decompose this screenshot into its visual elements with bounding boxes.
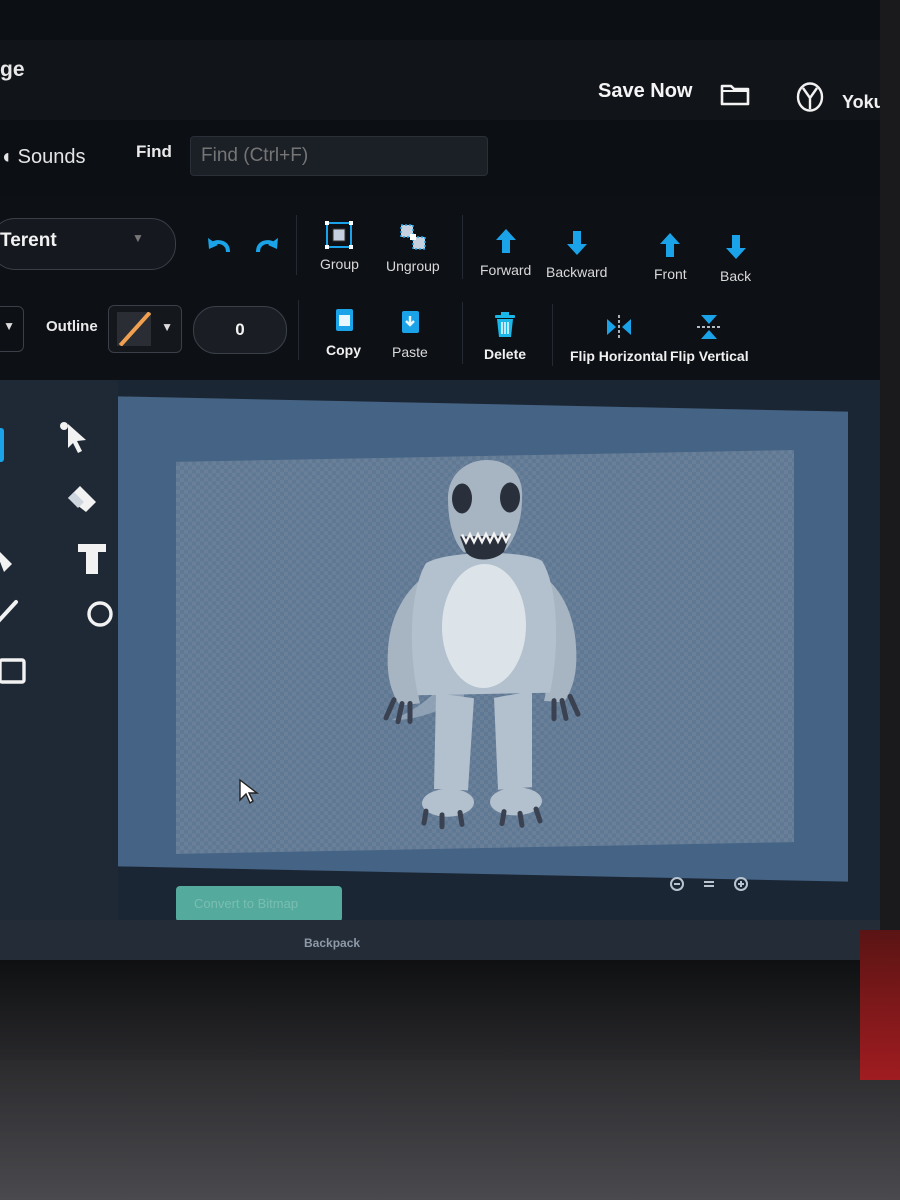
outline-label: Outline bbox=[46, 318, 98, 335]
flip-horizontal-icon bbox=[606, 315, 631, 339]
copy-label: Copy bbox=[326, 342, 361, 358]
folder-icon[interactable] bbox=[720, 80, 750, 106]
backpack-label[interactable]: Backpack bbox=[304, 936, 360, 950]
save-now-button[interactable]: Save Now bbox=[598, 80, 692, 103]
divider bbox=[298, 300, 299, 360]
eraser-tool-icon[interactable] bbox=[64, 480, 100, 516]
reshape-tool-icon[interactable] bbox=[56, 418, 92, 454]
line-tool-icon[interactable] bbox=[0, 596, 24, 632]
copy-button[interactable]: Copy bbox=[326, 306, 361, 358]
convert-to-bitmap-button[interactable]: Convert to Bitmap bbox=[176, 886, 342, 922]
delete-button[interactable]: Delete bbox=[484, 310, 526, 362]
drawing-canvas[interactable] bbox=[176, 450, 794, 854]
ungroup-button[interactable]: Ungroup bbox=[386, 222, 440, 274]
flip-vertical-button[interactable]: Flip Vertical bbox=[670, 312, 749, 364]
paste-icon bbox=[401, 311, 419, 333]
backward-label: Backward bbox=[546, 264, 608, 280]
fill-dropdown[interactable]: ▼ bbox=[0, 306, 24, 352]
circle-tool-icon[interactable] bbox=[82, 596, 118, 632]
back-button[interactable]: Back bbox=[720, 232, 751, 284]
front-label: Front bbox=[654, 266, 687, 282]
ungroup-label: Ungroup bbox=[386, 258, 440, 274]
divider bbox=[296, 215, 297, 275]
divider bbox=[462, 302, 463, 364]
rectangle-tool-icon[interactable] bbox=[0, 652, 32, 688]
arrow-to-back-icon bbox=[725, 235, 746, 259]
chevron-down-icon: ▼ bbox=[161, 320, 173, 334]
front-button[interactable]: Front bbox=[654, 230, 687, 282]
chevron-down-icon: ▼ bbox=[3, 319, 15, 333]
laptop-hinge bbox=[0, 1060, 900, 1200]
outline-color-slash bbox=[118, 312, 151, 346]
paste-button[interactable]: Paste bbox=[392, 308, 428, 360]
flip-horizontal-label: Flip Horizontal bbox=[570, 348, 668, 364]
text-tool-icon[interactable] bbox=[74, 540, 110, 576]
divider bbox=[552, 304, 553, 366]
tab-sounds[interactable]: ◖ Sounds bbox=[0, 146, 85, 169]
flip-vertical-label: Flip Vertical bbox=[670, 348, 749, 364]
back-label: Back bbox=[720, 268, 752, 284]
redo-icon[interactable] bbox=[250, 234, 282, 258]
forward-button[interactable]: Forward bbox=[480, 226, 531, 278]
brush-tool-icon[interactable] bbox=[0, 426, 22, 462]
background-object bbox=[860, 930, 900, 1080]
delete-label: Delete bbox=[484, 346, 527, 362]
trash-icon bbox=[495, 312, 516, 337]
outline-color-picker[interactable]: ▼ bbox=[108, 305, 182, 353]
outline-width-input[interactable]: 0 bbox=[193, 306, 287, 354]
forward-label: Forward bbox=[480, 262, 532, 278]
username[interactable]: Yoku_0 bbox=[842, 92, 880, 113]
chevron-down-icon: ▼ bbox=[132, 231, 144, 245]
zoom-reset-icon[interactable] bbox=[700, 875, 718, 893]
flip-vertical-icon bbox=[697, 315, 722, 339]
convert-to-bitmap-label: Convert to Bitmap bbox=[194, 896, 299, 911]
zoom-in-icon[interactable] bbox=[732, 875, 750, 893]
mouse-pointer-icon bbox=[239, 778, 260, 804]
copy-icon bbox=[335, 309, 353, 331]
ungroup-icon bbox=[400, 224, 426, 250]
zoom-out-icon[interactable] bbox=[668, 875, 686, 893]
outline-color-swatch bbox=[117, 312, 151, 346]
group-button[interactable]: Group bbox=[320, 220, 359, 272]
arrow-to-front-icon bbox=[660, 233, 681, 257]
flip-horizontal-button[interactable]: Flip Horizontal bbox=[570, 312, 667, 364]
backward-button[interactable]: Backward bbox=[546, 228, 607, 280]
fill-tool-icon[interactable] bbox=[0, 540, 22, 576]
divider bbox=[462, 215, 463, 279]
backpack-bar[interactable] bbox=[0, 920, 880, 965]
screen: ge Save Now Yoku_0 ◖ Sounds Find Terent … bbox=[0, 0, 880, 965]
tab-sounds-label: Sounds bbox=[17, 146, 86, 168]
arrow-down-icon bbox=[566, 231, 587, 255]
find-label: Find bbox=[136, 142, 172, 161]
costume-name[interactable]: Terent bbox=[0, 230, 57, 252]
user-logo-icon[interactable] bbox=[796, 82, 824, 112]
sounds-tab-icon: ◖ bbox=[0, 146, 18, 168]
group-label: Group bbox=[320, 256, 359, 272]
arrow-up-icon bbox=[495, 229, 516, 253]
group-icon bbox=[325, 221, 354, 249]
dinosaur-costume-image bbox=[383, 459, 581, 830]
undo-icon[interactable] bbox=[204, 234, 236, 258]
paste-label: Paste bbox=[392, 344, 428, 360]
find-input[interactable] bbox=[190, 136, 488, 176]
page-title-fragment: ge bbox=[0, 58, 25, 81]
